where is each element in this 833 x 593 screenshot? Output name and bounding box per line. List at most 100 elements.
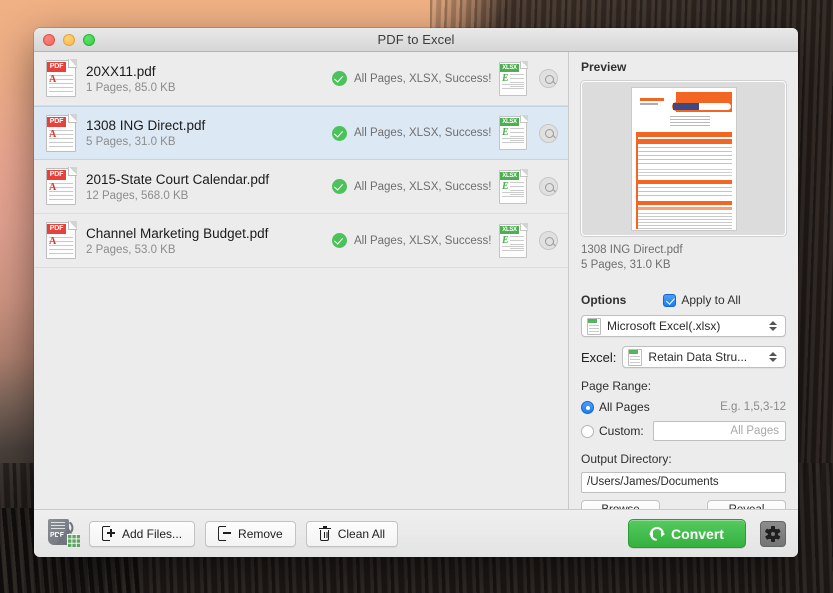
excel-label: Excel: <box>581 349 617 365</box>
preview-thumbnail <box>631 87 736 230</box>
clean-all-label: Clean All <box>337 526 386 541</box>
title-bar: PDF to Excel <box>34 28 798 52</box>
options-section: Options Apply to All Microsoft Excel(.xl… <box>569 283 798 521</box>
pdf-file-icon: PDF A <box>46 59 77 97</box>
apply-to-all-checkbox[interactable]: Apply to All <box>663 293 741 307</box>
output-directory-input[interactable]: /Users/James/Documents <box>581 472 786 493</box>
preview-magnifier-icon[interactable] <box>539 69 558 88</box>
output-format-value: Microsoft Excel(.xlsx) <box>607 319 721 333</box>
all-pages-radio[interactable] <box>581 400 594 414</box>
file-details: 12 Pages, 568.0 KB <box>86 189 189 202</box>
success-check-icon <box>332 179 347 194</box>
file-list[interactable]: PDF A 20XX11.pdf 1 Pages, 85.0 KB All Pa… <box>34 52 569 509</box>
file-status: All Pages, XLSX, Success! <box>326 233 499 248</box>
excel-mode-value: Retain Data Stru... <box>648 350 748 364</box>
page-range-hint: E.g. 1,5,3-12 <box>720 401 786 413</box>
table-row[interactable]: PDF A 20XX11.pdf 1 Pages, 85.0 KB All Pa… <box>34 52 568 106</box>
success-check-icon <box>332 125 347 141</box>
preview-magnifier-icon[interactable] <box>539 123 558 143</box>
xlsx-badge-label: XLSX <box>500 63 519 72</box>
xlsx-badge-label: XLSX <box>500 171 519 180</box>
preview-section: Preview <box>569 52 798 236</box>
file-name: 2015-State Court Calendar.pdf <box>86 171 270 187</box>
custom-radio[interactable] <box>581 424 594 438</box>
file-info: 1308 ING Direct.pdf 5 Pages, 31.0 KB <box>86 118 326 148</box>
file-info: 20XX11.pdf 1 Pages, 85.0 KB <box>86 64 326 94</box>
output-format-dropdown[interactable]: Microsoft Excel(.xlsx) <box>581 315 786 337</box>
remove-label: Remove <box>238 526 283 541</box>
custom-range-input[interactable]: All Pages <box>652 421 786 441</box>
status-text: All Pages, XLSX, Success! <box>354 234 492 247</box>
success-check-icon <box>332 71 347 86</box>
add-files-label: Add Files... <box>122 526 183 541</box>
success-check-icon <box>332 233 347 248</box>
pdf-file-icon: PDF A <box>46 167 77 205</box>
options-title: Options <box>581 293 627 307</box>
preview-file-name: 1308 ING Direct.pdf <box>581 244 683 256</box>
excel-doc-icon <box>587 317 601 335</box>
file-name: 20XX11.pdf <box>86 63 156 79</box>
options-header: Options Apply to All <box>581 293 786 307</box>
custom-label: Custom: <box>599 424 644 438</box>
custom-range-row[interactable]: Custom: All Pages <box>581 421 786 441</box>
pdf-badge-label: PDF <box>47 116 66 127</box>
convert-label: Convert <box>671 525 724 542</box>
file-status: All Pages, XLSX, Success! <box>326 71 499 86</box>
pdf-badge-label: PDF <box>47 170 66 180</box>
status-text: All Pages, XLSX, Success! <box>354 180 492 193</box>
file-info: 2015-State Court Calendar.pdf 12 Pages, … <box>86 172 326 202</box>
preview-box[interactable] <box>581 81 786 236</box>
xlsx-badge-label: XLSX <box>500 118 519 126</box>
xlsx-file-icon[interactable]: XLSX E <box>499 60 528 96</box>
preview-title: Preview <box>581 60 627 74</box>
table-row[interactable]: PDF A 1308 ING Direct.pdf 5 Pages, 31.0 … <box>34 106 568 160</box>
app-logo-icon: PDF X <box>46 518 80 550</box>
status-text: All Pages, XLSX, Success! <box>354 127 492 139</box>
file-details: 2 Pages, 53.0 KB <box>86 243 176 256</box>
file-name: Channel Marketing Budget.pdf <box>86 225 269 241</box>
document-plus-icon <box>102 526 115 541</box>
file-status: All Pages, XLSX, Success! <box>326 179 499 194</box>
pdf-badge-label: PDF <box>47 62 66 72</box>
settings-button[interactable] <box>760 520 786 547</box>
table-row[interactable]: PDF A Channel Marketing Budget.pdf 2 Pag… <box>34 214 568 268</box>
checkmark-icon <box>663 293 677 307</box>
preview-magnifier-icon[interactable] <box>539 177 558 196</box>
xlsx-file-icon[interactable]: XLSX E <box>499 222 528 258</box>
status-text: All Pages, XLSX, Success! <box>354 72 492 85</box>
pdf-file-icon: PDF A <box>46 221 77 259</box>
excel-mode-row: Excel: Retain Data Stru... <box>581 346 786 368</box>
pdf-badge-label: PDF <box>47 224 66 234</box>
remove-button[interactable]: Remove <box>205 520 296 547</box>
output-directory-title: Output Directory: <box>581 452 672 466</box>
table-row[interactable]: PDF A 2015-State Court Calendar.pdf 12 P… <box>34 160 568 214</box>
clean-all-button[interactable]: Clean All <box>305 520 399 547</box>
file-details: 1 Pages, 85.0 KB <box>86 81 176 94</box>
preview-magnifier-icon[interactable] <box>539 231 558 250</box>
document-minus-icon <box>218 526 232 541</box>
convert-button[interactable]: Convert <box>628 519 746 548</box>
chevron-stepper-icon[interactable] <box>765 321 781 331</box>
file-status: All Pages, XLSX, Success! <box>326 125 499 141</box>
apply-to-all-label: Apply to All <box>681 293 741 307</box>
add-files-button[interactable]: Add Files... <box>89 520 196 547</box>
all-pages-label: All Pages <box>599 400 650 414</box>
file-name: 1308 ING Direct.pdf <box>86 118 206 133</box>
chevron-stepper-icon[interactable] <box>765 352 781 362</box>
page-range-title: Page Range: <box>581 379 652 393</box>
excel-doc-icon <box>628 348 643 366</box>
preview-caption: 1308 ING Direct.pdf 5 Pages, 31.0 KB <box>569 236 798 273</box>
pdf-file-icon: PDF A <box>46 113 77 152</box>
preview-file-details: 5 Pages, 31.0 KB <box>581 259 671 271</box>
all-pages-radio-row[interactable]: All Pages E.g. 1,5,3-12 <box>581 400 786 414</box>
file-details: 5 Pages, 31.0 KB <box>86 136 176 148</box>
window-content: PDF A 20XX11.pdf 1 Pages, 85.0 KB All Pa… <box>34 52 798 521</box>
window-title: PDF to Excel <box>377 32 455 47</box>
xlsx-file-icon[interactable]: XLSX E <box>499 115 528 150</box>
xlsx-badge-label: XLSX <box>500 225 519 234</box>
gear-icon <box>765 525 781 542</box>
excel-mode-dropdown[interactable]: Retain Data Stru... <box>622 346 786 368</box>
right-panel: Preview 1308 ING Direct.pdf 5 Pages, 31.… <box>569 52 798 521</box>
xlsx-file-icon[interactable]: XLSX E <box>499 168 528 204</box>
app-window: PDF to Excel PDF A 20XX11.pdf 1 Pages, 8… <box>34 28 798 557</box>
